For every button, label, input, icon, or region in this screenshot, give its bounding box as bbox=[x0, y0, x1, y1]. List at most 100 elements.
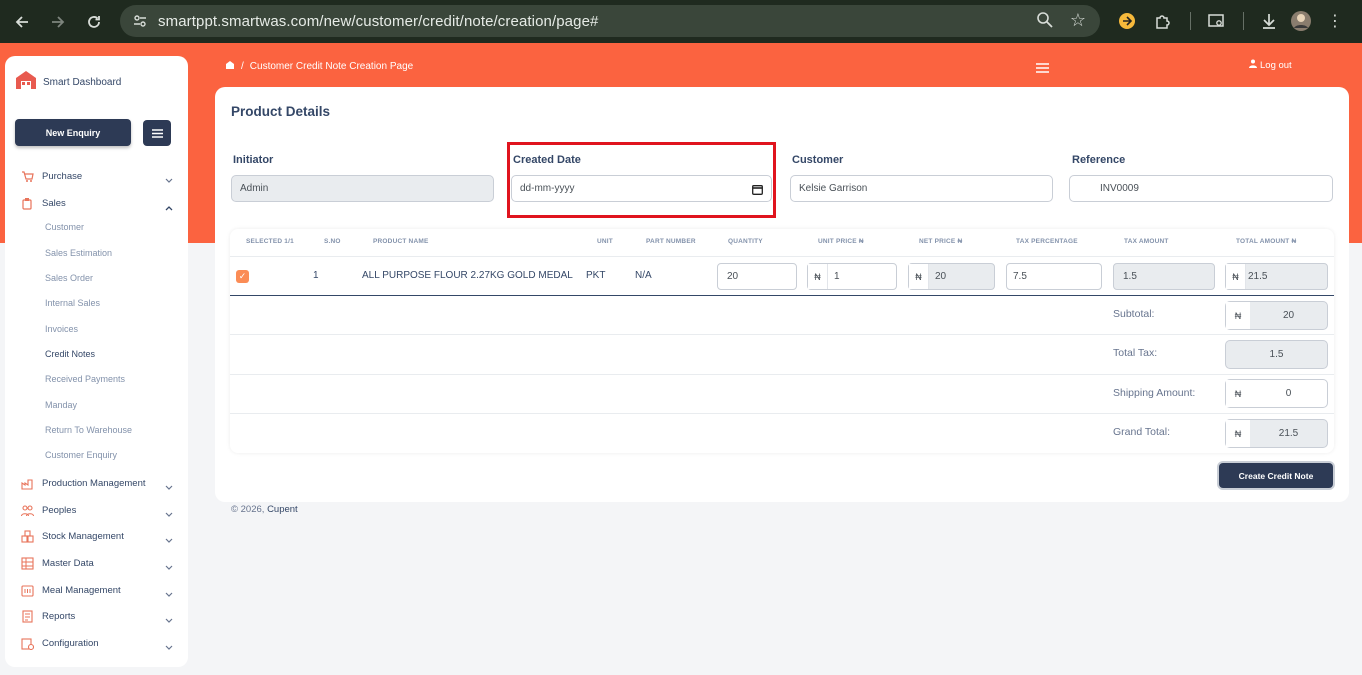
sidebar-subitem-credit-notes[interactable]: Credit Notes bbox=[45, 349, 95, 359]
reference-field[interactable]: INV0009 bbox=[1069, 175, 1333, 202]
chevron-up-icon bbox=[165, 198, 173, 216]
unit-price-value: 1 bbox=[834, 271, 840, 282]
toolbar-divider bbox=[1190, 12, 1191, 30]
browser-toolbar: smartppt.smartwas.com/new/customer/credi… bbox=[0, 0, 1362, 43]
chevron-down-icon bbox=[165, 171, 173, 189]
sidebar-item-sales[interactable]: Sales bbox=[20, 193, 175, 213]
shipping-amount-label: Shipping Amount: bbox=[1113, 387, 1196, 399]
header-total-amount: TOTAL AMOUNT ₦ bbox=[1236, 238, 1297, 245]
reference-value: INV0009 bbox=[1100, 183, 1139, 194]
people-icon bbox=[20, 503, 34, 517]
zoom-icon[interactable] bbox=[1036, 11, 1054, 34]
brand[interactable]: Smart Dashboard bbox=[15, 70, 121, 95]
create-credit-note-button[interactable]: Create Credit Note bbox=[1219, 463, 1333, 488]
logout-link[interactable]: Log out bbox=[1249, 59, 1292, 71]
download-icon[interactable] bbox=[1256, 8, 1282, 34]
header-part-number: PART NUMBER bbox=[646, 238, 696, 245]
profile-avatar-icon[interactable] bbox=[1288, 8, 1314, 34]
sidebar-subitem-sales-order[interactable]: Sales Order bbox=[45, 273, 93, 283]
product-details-card: Product Details Initiator Admin Created … bbox=[215, 87, 1349, 502]
quantity-input[interactable]: 20 bbox=[717, 263, 797, 290]
extension-badge-icon[interactable] bbox=[1114, 8, 1140, 34]
sidebar-item-meal-management[interactable]: Meal Management bbox=[20, 580, 175, 600]
reading-mode-icon[interactable] bbox=[1203, 8, 1229, 34]
sidebar-item-master-data[interactable]: Master Data bbox=[20, 553, 175, 573]
address-bar[interactable]: smartppt.smartwas.com/new/customer/credi… bbox=[120, 5, 1100, 37]
bookmark-star-icon[interactable]: ☆ bbox=[1070, 10, 1086, 31]
header-selected: SELECTED 1/1 bbox=[246, 238, 294, 245]
table-divider bbox=[230, 256, 1334, 257]
footer: © 2026, Cupent bbox=[231, 504, 298, 515]
sidebar-item-label: Peoples bbox=[42, 504, 77, 516]
sidebar-item-label: Master Data bbox=[42, 557, 94, 569]
net-price-value: 20 bbox=[935, 271, 947, 282]
row-divider bbox=[230, 413, 1334, 414]
sidebar-item-label: Configuration bbox=[42, 637, 99, 649]
sidebar-item-configuration[interactable]: Configuration bbox=[20, 633, 175, 653]
subtotal-value: 20 bbox=[1282, 310, 1295, 321]
chevron-down-icon bbox=[165, 505, 173, 523]
tax-percentage-input[interactable]: 7.5 bbox=[1006, 263, 1102, 290]
initiator-field: Admin bbox=[231, 175, 494, 202]
sidebar-subitem-manday[interactable]: Manday bbox=[45, 400, 77, 410]
hamburger-menu-icon[interactable] bbox=[1036, 60, 1049, 76]
naira-symbol: ₦ bbox=[808, 264, 828, 289]
sidebar-item-production-management[interactable]: Production Management bbox=[20, 473, 175, 493]
sidebar-subitem-received-payments[interactable]: Received Payments bbox=[45, 374, 125, 384]
company-link[interactable]: Cupent bbox=[267, 504, 298, 515]
config-icon bbox=[20, 636, 34, 650]
chevron-down-icon bbox=[165, 558, 173, 576]
header-product-name: PRODUCT NAME bbox=[373, 238, 429, 245]
url-text[interactable]: smartppt.smartwas.com/new/customer/credi… bbox=[158, 13, 598, 30]
unit-price-input[interactable]: ₦ 1 bbox=[807, 263, 897, 290]
total-tax-field: 1.5 bbox=[1225, 340, 1328, 369]
chevron-down-icon bbox=[165, 585, 173, 603]
stock-icon bbox=[20, 529, 34, 543]
tax-amount-field: 1.5 bbox=[1113, 263, 1215, 290]
row-select-checkbox[interactable]: ✓ bbox=[236, 270, 249, 283]
forward-icon[interactable] bbox=[40, 4, 76, 40]
row-product-name: ALL PURPOSE FLOUR 2.27KG GOLD MEDAL bbox=[362, 270, 573, 281]
customer-field[interactable]: Kelsie Garrison bbox=[790, 175, 1053, 202]
naira-symbol: ₦ bbox=[1226, 420, 1250, 447]
sidebar-subitem-invoices[interactable]: Invoices bbox=[45, 324, 78, 334]
sidebar-item-purchase[interactable]: Purchase bbox=[20, 166, 175, 186]
row-sno: 1 bbox=[313, 270, 319, 281]
home-icon[interactable] bbox=[225, 60, 235, 73]
sidebar-subitem-customer-enquiry[interactable]: Customer Enquiry bbox=[45, 450, 117, 460]
naira-symbol: ₦ bbox=[1226, 264, 1246, 289]
header-unit-price: UNIT PRICE ₦ bbox=[818, 238, 864, 245]
naira-symbol: ₦ bbox=[909, 264, 929, 289]
sidebar-item-peoples[interactable]: Peoples bbox=[20, 500, 175, 520]
sidebar-subitem-customer[interactable]: Customer bbox=[45, 222, 84, 232]
sidebar-subitem-return-to-warehouse[interactable]: Return To Warehouse bbox=[45, 425, 132, 435]
subtotal-field: ₦ 20 bbox=[1225, 301, 1328, 330]
chevron-down-icon bbox=[165, 478, 173, 496]
breadcrumb-current: Customer Credit Note Creation Page bbox=[249, 61, 414, 72]
sidebar-item-stock-management[interactable]: Stock Management bbox=[20, 526, 175, 546]
total-tax-value: 1.5 bbox=[1269, 349, 1284, 360]
logout-label: Log out bbox=[1260, 59, 1292, 71]
site-settings-icon[interactable] bbox=[130, 11, 150, 31]
total-tax-label: Total Tax: bbox=[1113, 347, 1158, 359]
cart-icon bbox=[20, 169, 34, 183]
sales-icon bbox=[20, 196, 34, 210]
sidebar-item-reports[interactable]: Reports bbox=[20, 606, 175, 626]
extensions-area: ⋮ bbox=[1114, 8, 1348, 34]
sidebar-toggle-button[interactable] bbox=[143, 120, 171, 146]
database-icon bbox=[20, 556, 34, 570]
new-enquiry-button[interactable]: New Enquiry bbox=[15, 119, 131, 146]
breadcrumb-separator: / bbox=[241, 61, 244, 72]
reload-icon[interactable] bbox=[76, 4, 112, 40]
shipping-amount-input[interactable]: ₦ 0 bbox=[1225, 379, 1328, 408]
sidebar-subitem-sales-estimation[interactable]: Sales Estimation bbox=[45, 248, 112, 258]
browser-menu-icon[interactable]: ⋮ bbox=[1322, 8, 1348, 34]
header-tax-percentage: TAX PERCENTAGE bbox=[1016, 238, 1078, 245]
back-icon[interactable] bbox=[4, 4, 40, 40]
sidebar-subitem-internal-sales[interactable]: Internal Sales bbox=[45, 298, 100, 308]
row-divider bbox=[230, 374, 1334, 375]
shipping-amount-value: 0 bbox=[1285, 388, 1292, 399]
row-part-number: N/A bbox=[635, 270, 652, 281]
sidebar-item-label: Stock Management bbox=[42, 530, 124, 542]
extensions-puzzle-icon[interactable] bbox=[1150, 8, 1176, 34]
